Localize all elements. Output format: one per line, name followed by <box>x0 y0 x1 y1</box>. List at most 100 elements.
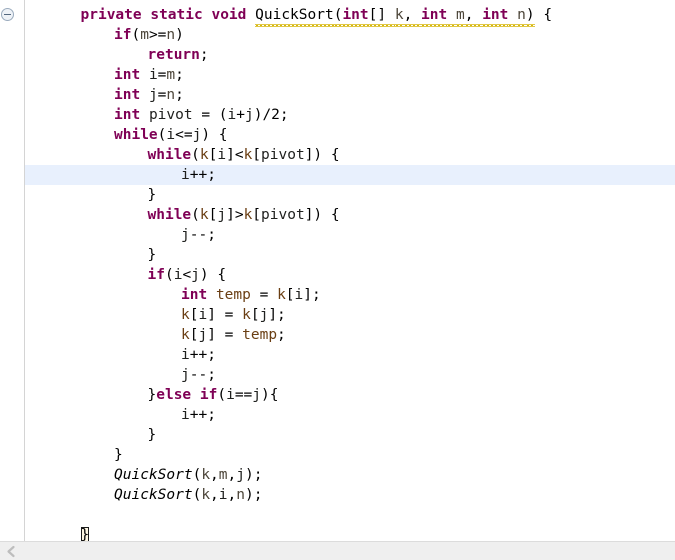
code-token: QuickSort <box>114 487 193 503</box>
code-token: i <box>198 307 208 323</box>
chevron-left-icon[interactable] <box>4 544 19 559</box>
code-token: ++; <box>189 347 216 363</box>
horizontal-scrollbar[interactable] <box>0 541 675 560</box>
code-line[interactable]: } <box>25 445 675 465</box>
code-token: k <box>201 487 211 503</box>
code-line[interactable]: i++; <box>25 405 675 425</box>
code-token: , <box>403 7 422 27</box>
code-line[interactable]: int temp = k[i]; <box>25 285 675 305</box>
code-token: j <box>252 387 262 403</box>
code-token: [ <box>250 307 260 323</box>
code-token: k <box>394 7 404 27</box>
code-token: i <box>148 67 158 83</box>
code-line[interactable]: if(m>=n) <box>25 25 675 45</box>
code-token: , <box>227 467 237 483</box>
code-token: int <box>114 67 141 83</box>
code-line[interactable]: i++; <box>25 165 675 185</box>
code-line[interactable]: while(i<=j) { <box>25 125 675 145</box>
code-token: n <box>166 27 176 43</box>
code-token: ; <box>175 67 184 83</box>
code-token: k <box>243 147 253 163</box>
code-token: private <box>80 7 142 23</box>
code-token: i <box>217 147 227 163</box>
code-token: k <box>181 327 190 343</box>
collapse-minus-icon[interactable] <box>1 8 14 21</box>
code-token: } <box>147 387 157 403</box>
code-token: ) { <box>201 127 228 143</box>
code-token: <= <box>175 127 193 143</box>
code-token: ( <box>131 27 141 43</box>
code-token: , <box>210 467 219 483</box>
code-token: k <box>242 307 251 323</box>
code-line[interactable]: i++; <box>25 345 675 365</box>
code-token: ; <box>199 47 209 63</box>
code-line[interactable]: int i=m; <box>25 65 675 85</box>
code-token: --; <box>189 227 216 243</box>
code-token: ( <box>191 147 200 163</box>
code-token: QuickSort <box>255 7 334 27</box>
code-line[interactable]: k[j] = temp; <box>25 325 675 345</box>
code-token <box>447 5 456 27</box>
code-token: int <box>342 7 369 27</box>
code-line[interactable]: }else if(i==j){ <box>25 385 675 405</box>
code-token: [ <box>285 287 295 303</box>
code-token: k <box>199 147 209 163</box>
code-token: ]< <box>226 147 244 163</box>
code-line[interactable]: QuickSort(k,m,j); <box>25 465 675 485</box>
code-token: while <box>114 127 158 143</box>
code-token: ++; <box>189 167 216 183</box>
code-line[interactable]: } <box>25 245 675 265</box>
code-token: == <box>234 387 253 403</box>
code-editor-window: private static void QuickSort(int[] k, i… <box>0 0 675 560</box>
code-token: i <box>166 127 176 143</box>
code-token: ]) { <box>304 147 340 163</box>
code-line[interactable]: k[i] = k[j]; <box>25 305 675 325</box>
code-line[interactable]: QuickSort(k,i,n); <box>25 485 675 505</box>
code-token: ); <box>244 487 263 503</box>
code-token: ] = <box>207 307 243 323</box>
code-line[interactable]: int j=n; <box>25 85 675 105</box>
code-token: int <box>421 7 448 27</box>
code-token: int <box>114 107 141 123</box>
code-token: ( <box>217 387 227 403</box>
code-token: m <box>166 67 176 83</box>
code-line[interactable]: private static void QuickSort(int[] k, i… <box>25 5 675 27</box>
text-caret <box>88 527 90 542</box>
code-text-area[interactable]: private static void QuickSort(int[] k, i… <box>25 0 675 545</box>
code-token: ){ <box>261 387 279 403</box>
code-line[interactable]: } <box>25 185 675 205</box>
code-line[interactable]: } <box>25 425 675 445</box>
code-line[interactable]: if(i<j) { <box>25 265 675 285</box>
code-token: j <box>217 207 227 223</box>
code-line[interactable]: return; <box>25 45 675 65</box>
code-line[interactable]: j--; <box>25 365 675 385</box>
code-token: int <box>482 7 509 27</box>
code-token: = ( <box>192 107 228 123</box>
code-token: ( <box>192 487 202 503</box>
code-token: ( <box>192 467 202 483</box>
code-token: int <box>114 87 141 103</box>
code-token: } <box>147 247 157 263</box>
code-token: ; <box>175 87 184 103</box>
code-line[interactable] <box>25 505 675 525</box>
code-token: , <box>227 487 237 503</box>
code-token: k <box>277 287 286 303</box>
code-line[interactable]: while(k[i]<k[pivot]) { <box>25 145 675 165</box>
code-token: ( <box>191 207 200 223</box>
code-line[interactable]: int pivot = (i+j)/2; <box>25 105 675 125</box>
code-token: return <box>147 47 200 63</box>
code-line[interactable]: while(k[j]>k[pivot]) { <box>25 205 675 225</box>
code-token: int <box>181 287 208 303</box>
code-token: j <box>244 107 254 123</box>
code-token: ( <box>333 7 343 27</box>
code-token: i <box>294 287 304 303</box>
code-token: = <box>250 287 278 303</box>
code-line[interactable]: j--; <box>25 225 675 245</box>
code-token: } <box>114 447 123 463</box>
code-token: { <box>534 7 553 23</box>
code-token: ); <box>244 467 263 483</box>
